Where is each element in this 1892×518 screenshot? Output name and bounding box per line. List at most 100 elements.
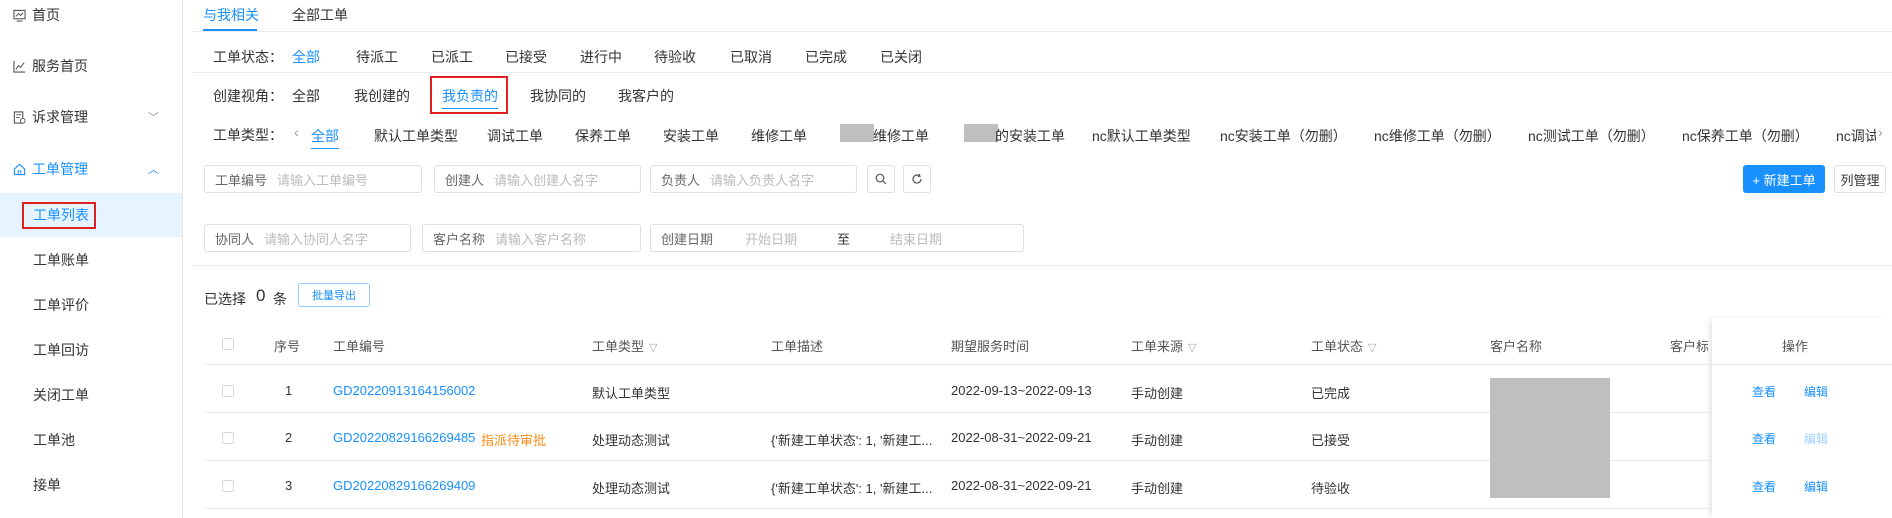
- owner-label: 负责人: [661, 172, 701, 188]
- chevron-up-icon: ︿: [148, 164, 159, 176]
- status-option-completed[interactable]: 已完成: [805, 47, 847, 67]
- edit-link-disabled: 编辑: [1804, 432, 1829, 446]
- type-option-maintenance[interactable]: 保养工单: [575, 126, 631, 146]
- type-option-nc-debug[interactable]: nc调试: [1836, 126, 1876, 146]
- nav-appeal-management[interactable]: 诉求管理 ﹀: [0, 95, 182, 139]
- customer-name-field[interactable]: 客户名称 请输入客户名称: [422, 224, 641, 252]
- order-no-field[interactable]: 工单编号 请输入工单编号: [204, 165, 422, 193]
- highlight-box-owned-by-me: [430, 76, 508, 114]
- order-no-link[interactable]: GD20220829166269485: [333, 430, 475, 445]
- subnav-order-pool[interactable]: 工单池: [0, 418, 182, 462]
- nav-order-management[interactable]: 工单管理 ︿: [0, 147, 182, 191]
- nav-order-management-label: 工单管理: [32, 161, 88, 177]
- nav-service-home[interactable]: 服务首页: [0, 44, 182, 88]
- type-option-nc-repair[interactable]: nc维修工单（勿删）: [1374, 126, 1501, 146]
- order-no-link[interactable]: GD20220829166269409: [333, 478, 475, 493]
- view-option-created-by-me[interactable]: 我创建的: [354, 86, 410, 106]
- order-description: {'新建工单状态': 1, '新建工...: [771, 433, 933, 448]
- view-link[interactable]: 查看: [1752, 383, 1776, 400]
- approval-status-tag: 指派待审批: [481, 433, 547, 448]
- status-option-pending-dispatch[interactable]: 待派工: [356, 47, 398, 67]
- tab-related-to-me[interactable]: 与我相关: [203, 5, 259, 25]
- owner-field[interactable]: 负责人 请输入负责人名字: [650, 165, 857, 193]
- redacted-block: [840, 124, 874, 142]
- type-option-all[interactable]: 全部: [311, 126, 339, 149]
- order-source: 手动创建: [1131, 481, 1184, 496]
- nav-appeal-label: 诉求管理: [32, 109, 88, 125]
- col-header-description: 工单描述: [771, 339, 824, 354]
- row-checkbox[interactable]: [222, 480, 234, 492]
- type-option-default[interactable]: 默认工单类型: [374, 126, 458, 146]
- expected-time: 2022-09-13~2022-09-13: [951, 383, 1092, 398]
- subnav-order-rating[interactable]: 工单评价: [0, 283, 182, 327]
- col-header-expected-time: 期望服务时间: [951, 339, 1030, 354]
- creator-placeholder: 请输入创建人名字: [494, 172, 599, 188]
- nav-home[interactable]: 首页: [0, 0, 182, 37]
- status-option-all[interactable]: 全部: [292, 47, 320, 67]
- column-management-button[interactable]: 列管理: [1834, 165, 1886, 193]
- filter-icon[interactable]: ▽: [649, 342, 657, 354]
- col-header-order-type: 工单类型 ▽: [592, 336, 657, 355]
- collaborator-field[interactable]: 协同人 请输入协同人名字: [204, 224, 411, 252]
- refresh-icon: [912, 173, 922, 184]
- status-option-dispatched[interactable]: 已派工: [431, 47, 473, 67]
- type-option-nc-test[interactable]: nc测试工单（勿删）: [1528, 126, 1655, 146]
- end-date-input[interactable]: 结束日期: [890, 229, 942, 248]
- filter-icon[interactable]: ▽: [1188, 342, 1196, 354]
- type-option-nc-install[interactable]: nc安装工单（勿删）: [1220, 126, 1347, 146]
- edit-link[interactable]: 编辑: [1804, 383, 1828, 400]
- status-option-closed[interactable]: 已关闭: [880, 47, 922, 67]
- subnav-close-order[interactable]: 关闭工单: [0, 373, 182, 417]
- type-option-nc-default[interactable]: nc默认工单类型: [1092, 126, 1191, 146]
- view-option-my-customers[interactable]: 我客户的: [618, 86, 674, 106]
- row-divider: [204, 508, 1712, 509]
- subnav-order-revisit[interactable]: 工单回访: [0, 328, 182, 372]
- status-option-cancelled[interactable]: 已取消: [730, 47, 772, 67]
- create-date-range[interactable]: 创建日期 开始日期 至 结束日期: [650, 224, 1024, 252]
- view-link[interactable]: 查看: [1752, 430, 1776, 447]
- header-divider: [204, 364, 1892, 365]
- search-button[interactable]: [867, 165, 895, 193]
- dashboard-icon: [12, 8, 26, 22]
- row-checkbox[interactable]: [222, 432, 234, 444]
- status-option-pending-acceptance[interactable]: 待验收: [654, 47, 696, 67]
- col-header-customer-name: 客户名称: [1490, 339, 1543, 354]
- type-option-repair-2[interactable]: 维修工单: [873, 126, 929, 146]
- status-option-accepted[interactable]: 已接受: [505, 47, 547, 67]
- type-option-repair[interactable]: 维修工单: [751, 126, 807, 146]
- start-date-input[interactable]: 开始日期: [745, 229, 797, 248]
- type-option-debug[interactable]: 调试工单: [487, 126, 543, 146]
- col-header-actions: 操作: [1782, 339, 1809, 354]
- type-scroll-right-icon[interactable]: ›: [1878, 124, 1883, 140]
- order-no-label: 工单编号: [215, 172, 268, 188]
- type-option-install-2[interactable]: 的安装工单: [995, 126, 1065, 146]
- col-header-source: 工单来源 ▽: [1131, 336, 1196, 355]
- status-option-in-progress[interactable]: 进行中: [580, 47, 622, 67]
- reset-button[interactable]: [903, 165, 931, 193]
- new-order-button[interactable]: + 新建工单: [1743, 165, 1825, 193]
- batch-export-button[interactable]: 批量导出: [298, 283, 370, 307]
- view-option-all[interactable]: 全部: [292, 86, 320, 106]
- order-status: 待验收: [1311, 481, 1351, 496]
- select-all-checkbox[interactable]: [222, 338, 234, 350]
- row-checkbox[interactable]: [222, 385, 234, 397]
- filter-icon[interactable]: ▽: [1368, 342, 1376, 354]
- tab-all-orders[interactable]: 全部工单: [292, 5, 348, 25]
- creator-label: 创建人: [445, 172, 485, 188]
- order-status: 已完成: [1311, 386, 1351, 401]
- order-no-link[interactable]: GD20220913164156002: [333, 383, 475, 398]
- type-option-install[interactable]: 安装工单: [663, 126, 719, 146]
- order-status: 已接受: [1311, 433, 1351, 448]
- subnav-order-bill[interactable]: 工单账单: [0, 238, 182, 282]
- subnav-accept-order[interactable]: 接单: [0, 463, 182, 507]
- creator-field[interactable]: 创建人 请输入创建人名字: [434, 165, 641, 193]
- highlight-box-order-list: [22, 202, 96, 229]
- view-link[interactable]: 查看: [1752, 478, 1776, 495]
- type-option-nc-maintenance[interactable]: nc保养工单（勿删）: [1682, 126, 1809, 146]
- edit-link[interactable]: 编辑: [1804, 478, 1828, 495]
- col-header-customer-tag: 客户标签: [1670, 339, 1708, 354]
- type-scroll-left-icon[interactable]: ‹: [294, 124, 299, 140]
- filter-divider: [192, 72, 1892, 73]
- view-option-collaborating[interactable]: 我协同的: [530, 86, 586, 106]
- subnav-order-pool-label: 工单池: [33, 432, 75, 448]
